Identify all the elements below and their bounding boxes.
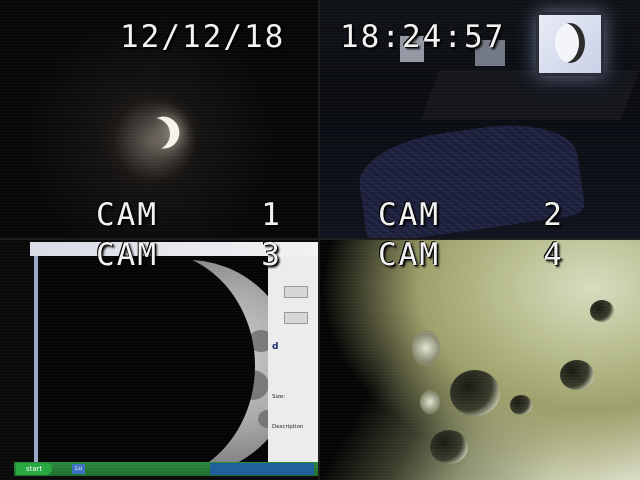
camera-feed-3[interactable]: d Size: Description start Lu [0,240,318,480]
camera-label-2: CAM 2 [378,197,564,233]
cctv-quad-monitor: d Size: Description start Lu 12/12/18 18… [0,0,640,480]
moon-photo [40,256,268,462]
camera-label-3: CAM 3 [96,237,282,273]
camera-label-4: CAM 4 [378,237,564,273]
quad-divider-vertical [318,0,320,480]
start-button[interactable]: start [16,463,52,475]
camera-label-1: CAM 1 [96,197,282,233]
lunar-surface [320,240,640,480]
panel-button[interactable] [284,286,308,298]
crater [590,300,614,322]
panel-heading: d [272,342,279,352]
osd-date: 12/12/18 [120,19,286,55]
taskbar: start Lu [14,462,318,476]
info-panel: d Size: Description [268,256,318,462]
computer-monitor [536,12,604,76]
moon-on-monitor-icon [555,23,585,63]
lunar-ridge [412,330,440,366]
camera-feed-4[interactable] [320,240,640,480]
crater [510,395,532,415]
system-tray [210,463,314,475]
crater [430,430,468,464]
moon-terminator-shadow [50,256,255,462]
taskbar-item[interactable]: Lu [72,464,86,474]
crater [450,370,500,416]
osd-time: 18:24:57 [340,19,506,55]
lunar-mare [258,410,268,428]
lunar-ridge [420,390,440,414]
window-edge [34,256,38,462]
desk [420,70,640,120]
panel-description-label: Description [272,424,304,430]
crater [560,360,594,390]
panel-size-label: Size: [272,394,286,400]
panel-button[interactable] [284,312,308,324]
